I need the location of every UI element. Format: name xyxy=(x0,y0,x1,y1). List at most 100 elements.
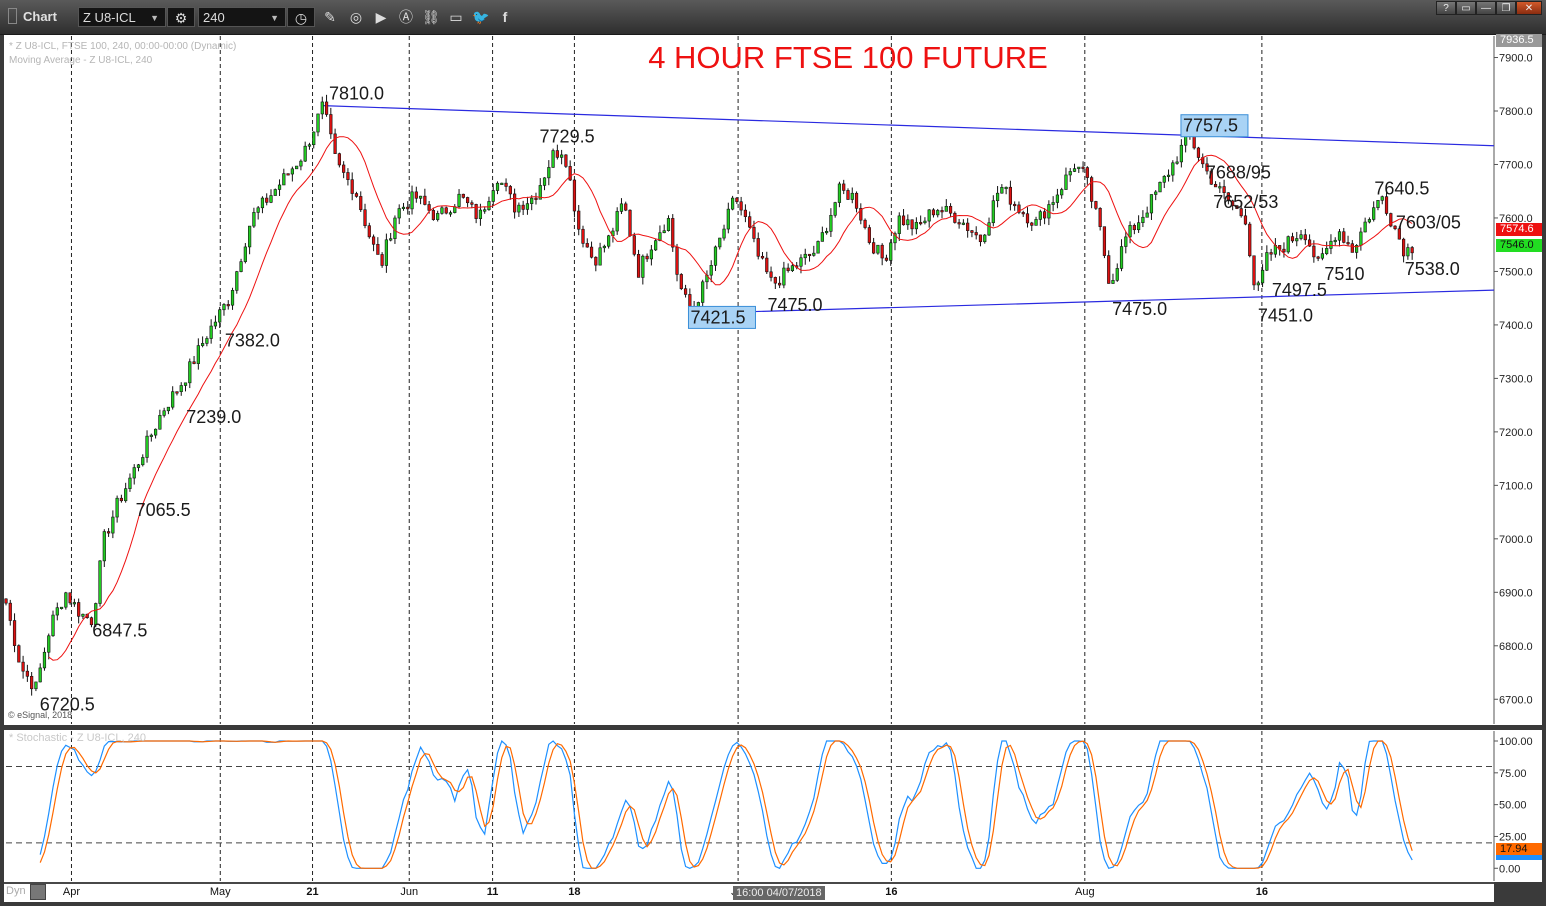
candle xyxy=(807,253,812,262)
candle-body xyxy=(389,238,393,241)
candle-body xyxy=(978,234,983,243)
candle-body xyxy=(1196,147,1201,158)
candle-body xyxy=(1269,252,1273,255)
candle xyxy=(1333,237,1337,246)
candle xyxy=(12,613,17,653)
candle-body xyxy=(807,253,812,257)
candle xyxy=(1034,216,1038,226)
candle-body xyxy=(889,242,893,261)
candle-body xyxy=(444,207,448,214)
candle-body xyxy=(1137,222,1141,231)
candle-body xyxy=(525,203,530,210)
candle-body xyxy=(1115,268,1119,281)
lock-icon[interactable] xyxy=(30,884,46,900)
candle-body xyxy=(205,338,209,344)
candle xyxy=(936,208,940,218)
candle xyxy=(1359,227,1363,251)
candle xyxy=(1038,209,1042,226)
candle-body xyxy=(188,361,192,384)
candle xyxy=(1325,241,1329,256)
candle-body xyxy=(1410,247,1414,254)
candle xyxy=(333,128,337,154)
candle-body xyxy=(1359,231,1363,246)
candle xyxy=(705,270,709,290)
candle-body xyxy=(42,651,47,669)
candle xyxy=(350,172,354,201)
candle-body xyxy=(312,131,316,146)
candle xyxy=(1166,169,1171,182)
candle-body xyxy=(1085,167,1089,178)
candle xyxy=(1171,160,1175,182)
candle-body xyxy=(1072,168,1077,172)
candle xyxy=(534,192,538,205)
candle xyxy=(730,195,735,211)
candle-body xyxy=(324,101,329,115)
candle-body xyxy=(666,218,671,231)
candle xyxy=(508,184,512,200)
candle xyxy=(1329,234,1333,255)
candle xyxy=(683,284,688,298)
candle-body xyxy=(752,226,756,239)
candle xyxy=(679,273,683,291)
candle xyxy=(1196,146,1201,162)
candle xyxy=(42,647,47,671)
candle xyxy=(927,209,931,228)
price-annotation: 7652/53 xyxy=(1213,192,1278,212)
candle-body xyxy=(367,225,371,238)
candle-body xyxy=(863,219,867,228)
candle xyxy=(1290,232,1295,243)
candle xyxy=(778,276,782,289)
candle-body xyxy=(880,244,884,259)
price-tick-label: 6700.0 xyxy=(1499,694,1533,706)
candle xyxy=(21,655,25,679)
candle xyxy=(1162,175,1166,189)
price-axis: 7900.07800.07700.07600.07500.07400.07300… xyxy=(1494,53,1533,706)
candle-body xyxy=(786,267,790,272)
candle-body xyxy=(867,227,871,243)
chart-canvas[interactable]: 7900.07800.07700.07600.07500.07400.07300… xyxy=(0,0,1546,906)
candle xyxy=(145,430,149,463)
candle-body xyxy=(760,255,765,259)
candle-body xyxy=(846,190,850,200)
candle-body xyxy=(226,304,230,307)
candle-body xyxy=(329,114,333,135)
candle-body xyxy=(1025,213,1030,224)
candle-body xyxy=(81,613,85,617)
candle xyxy=(743,204,748,223)
candle xyxy=(188,358,192,389)
candle-body xyxy=(179,385,183,393)
candle xyxy=(1098,207,1102,231)
candle xyxy=(863,218,867,230)
candle-body xyxy=(1154,191,1158,195)
candle-body xyxy=(1350,243,1354,253)
dyn-label[interactable]: Dyn xyxy=(6,885,26,897)
candle xyxy=(1077,166,1081,173)
candle xyxy=(966,218,970,238)
candle xyxy=(397,204,401,225)
candle xyxy=(389,232,393,242)
candle xyxy=(983,234,987,244)
candle-body xyxy=(842,183,846,191)
candle xyxy=(47,633,51,660)
candle-body xyxy=(577,210,581,230)
candle xyxy=(1008,180,1012,211)
price-annotation: 7382.0 xyxy=(225,331,280,351)
candle xyxy=(59,606,64,610)
candle xyxy=(701,279,705,310)
candle xyxy=(995,186,1000,208)
candle xyxy=(1406,243,1410,260)
candle-body xyxy=(542,177,547,186)
candle xyxy=(1372,201,1376,222)
candle xyxy=(1303,228,1307,245)
time-tick-label: 16 xyxy=(1255,886,1268,898)
candle xyxy=(538,178,542,200)
candle-body xyxy=(564,154,568,167)
price-tick-label: 7000.0 xyxy=(1499,534,1533,546)
candle xyxy=(453,204,457,214)
candle xyxy=(589,241,594,259)
time-tick-label: 21 xyxy=(306,886,319,898)
candle xyxy=(1273,238,1277,258)
candle-body xyxy=(1213,183,1218,188)
candle xyxy=(1282,242,1286,258)
candle-body xyxy=(371,236,376,245)
